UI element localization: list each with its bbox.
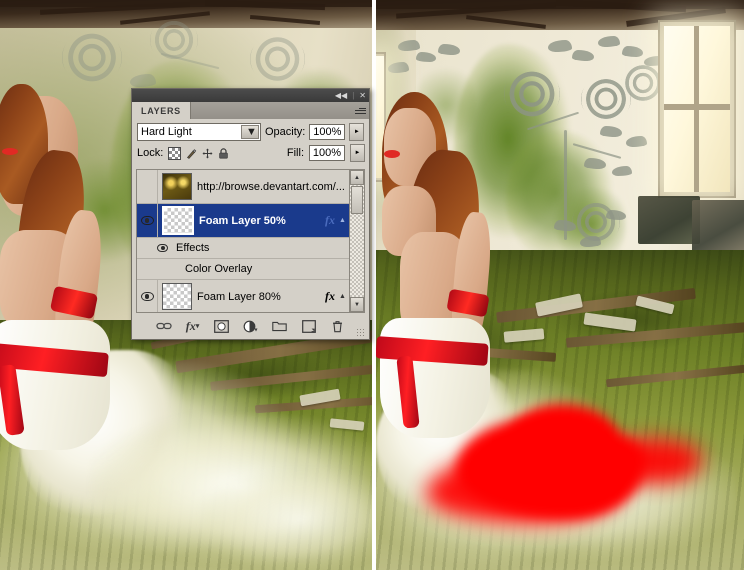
adjustment-layer-icon[interactable]: ▾: [243, 319, 259, 334]
lock-all-icon[interactable]: [218, 147, 229, 159]
chevron-down-icon[interactable]: ▼: [241, 125, 259, 139]
layer-thumbnail-1[interactable]: [162, 206, 194, 235]
layer-list-scrollbar[interactable]: ▲ ▼: [349, 170, 364, 312]
expand-effects-icon[interactable]: ▲: [338, 217, 349, 224]
blend-mode-select[interactable]: Hard Light ▼: [137, 123, 261, 141]
tab-layers[interactable]: LAYERS: [132, 102, 191, 119]
panel-titlebar[interactable]: ◀◀ | ✕: [132, 89, 369, 102]
tab-layers-label: LAYERS: [141, 105, 181, 116]
layers-panel[interactable]: ◀◀ | ✕ LAYERS Hard Light ▼ Opacity: 100%…: [131, 88, 370, 340]
tab-filler: [190, 102, 351, 119]
effects-group-label: Effects: [176, 242, 210, 254]
opacity-stepper-icon[interactable]: ►: [349, 123, 365, 141]
layer-mask-icon[interactable]: [214, 319, 230, 334]
layer-list-container: http://browse.devantart.com/... Foam Lay…: [136, 169, 365, 313]
fill-input[interactable]: 100%: [309, 145, 345, 161]
lock-label: Lock:: [137, 147, 164, 159]
link-layers-icon[interactable]: [155, 319, 172, 334]
layer-name-1[interactable]: Foam Layer 50%: [199, 215, 325, 227]
layer-list[interactable]: http://browse.devantart.com/... Foam Lay…: [137, 170, 349, 312]
expand-effects-icon[interactable]: ▲: [338, 293, 349, 300]
lock-icon-group: [168, 146, 229, 160]
layer-thumbnail-4[interactable]: [162, 283, 192, 310]
lock-image-pixels-icon[interactable]: [186, 148, 197, 159]
panel-tab-row: LAYERS: [132, 102, 369, 119]
blend-mode-row: Hard Light ▼ Opacity: 100% ►: [132, 119, 369, 143]
scrollbar-track[interactable]: [350, 185, 364, 297]
collapse-panel-icon[interactable]: ◀◀: [335, 91, 347, 100]
lock-position-icon[interactable]: [202, 148, 213, 159]
layer-effects-icon[interactable]: fx: [325, 289, 338, 304]
scroll-down-button[interactable]: ▼: [350, 297, 364, 312]
lock-transparent-pixels-icon[interactable]: [168, 146, 182, 160]
opacity-input[interactable]: 100%: [309, 124, 346, 140]
panel-menu-icon: [354, 106, 366, 115]
layer-name-4[interactable]: Foam Layer 80%: [197, 291, 325, 303]
blend-mode-value: Hard Light: [141, 126, 192, 138]
table-row[interactable]: Foam Layer 50% fx ▲: [137, 204, 349, 238]
new-layer-icon[interactable]: [301, 319, 317, 334]
fill-stepper-icon[interactable]: ►: [350, 144, 365, 162]
titlebar-separator: |: [352, 91, 355, 100]
new-group-icon[interactable]: [272, 319, 288, 334]
layer-effects-icon[interactable]: fx: [325, 213, 338, 228]
layer-thumbnail-0[interactable]: [162, 173, 192, 200]
lock-row: Lock: Fill: 100% ►: [132, 143, 369, 163]
layer-name-0[interactable]: http://browse.devantart.com/...: [197, 181, 349, 193]
red-color-overlay-mask-peak: [506, 404, 616, 474]
opacity-label: Opacity:: [265, 126, 306, 138]
table-row[interactable]: http://browse.devantart.com/...: [137, 170, 349, 204]
eye-icon[interactable]: [140, 216, 154, 225]
layers-panel-footer: fx ▾ ▾: [136, 315, 365, 337]
scroll-up-button[interactable]: ▲: [350, 170, 364, 185]
effect-label: Color Overlay: [185, 263, 253, 275]
panel-menu-button[interactable]: [351, 102, 369, 119]
close-panel-icon[interactable]: ✕: [359, 91, 366, 100]
screenshot-stage: ◀◀ | ✕ LAYERS Hard Light ▼ Opacity: 100%…: [0, 0, 744, 570]
image-panel-right: [376, 0, 744, 570]
visibility-toggle-4[interactable]: [137, 280, 158, 312]
delete-layer-icon[interactable]: [330, 319, 346, 334]
layer-style-icon[interactable]: fx ▾: [185, 319, 201, 334]
effect-row[interactable]: Color Overlay: [137, 259, 349, 280]
fill-label: Fill:: [286, 147, 304, 159]
resize-grip[interactable]: [356, 328, 364, 336]
table-row[interactable]: Foam Layer 80% fx ▲: [137, 280, 349, 312]
visibility-toggle-1[interactable]: [137, 204, 158, 237]
eye-icon[interactable]: [140, 292, 154, 301]
effects-group-row[interactable]: Effects: [137, 238, 349, 259]
eye-icon[interactable]: [157, 244, 168, 252]
scrollbar-thumb[interactable]: [351, 186, 363, 214]
visibility-toggle-0[interactable]: [137, 170, 158, 203]
svg-text:▾: ▾: [255, 327, 258, 333]
